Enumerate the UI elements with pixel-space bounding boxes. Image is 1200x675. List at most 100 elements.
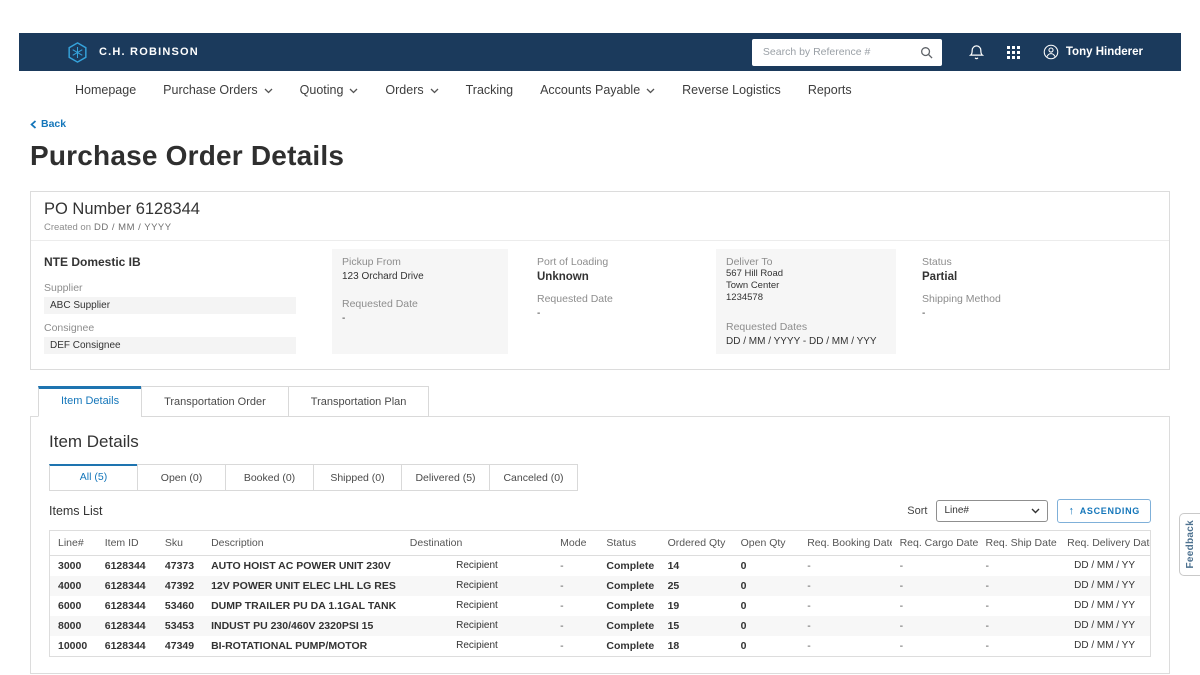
table-cell: 53453 xyxy=(157,616,203,636)
nav-item-accounts-payable[interactable]: Accounts Payable xyxy=(540,83,655,97)
column-header-req-delivery-date: Req. Delivery Date xyxy=(1059,530,1150,555)
destination-value: Recipient xyxy=(402,596,552,616)
nav-item-purchase-orders[interactable]: Purchase Orders xyxy=(163,83,272,97)
po-created-on: Created onDD / MM / YYYY xyxy=(44,222,1156,233)
table-row: 10000612834447349BI-ROTATIONAL PUMP/MOTO… xyxy=(50,636,1151,657)
filter-tab-all-5[interactable]: All (5) xyxy=(49,464,138,491)
created-value: DD / MM / YYYY xyxy=(94,222,172,233)
table-cell: 6128344 xyxy=(97,576,157,596)
user-name: Tony Hinderer xyxy=(1066,46,1143,58)
table-cell: - xyxy=(978,616,1060,636)
table-cell: Complete xyxy=(598,555,659,576)
shipping-method-label: Shipping Method xyxy=(922,293,1156,305)
table-cell: 4000 xyxy=(50,576,97,596)
table-cell: 0 xyxy=(733,636,800,657)
column-header-req-booking-date: Req. Booking Date xyxy=(799,530,891,555)
nav-item-homepage[interactable]: Homepage xyxy=(75,83,136,97)
column-header-destination: Destination xyxy=(402,530,552,555)
table-cell: Complete xyxy=(598,636,659,657)
table-cell: - xyxy=(799,636,891,657)
filter-tab-shipped-0[interactable]: Shipped (0) xyxy=(313,464,402,491)
tab-transportation-plan[interactable]: Transportation Plan xyxy=(288,386,430,417)
port-of-loading-value: Unknown xyxy=(537,271,687,283)
destination-value: Recipient xyxy=(402,636,552,657)
column-header-description: Description xyxy=(203,530,402,555)
deliver-to-line: 567 Hill Road xyxy=(726,268,886,280)
table-cell: - xyxy=(892,636,978,657)
destination-value: Recipient xyxy=(402,576,552,596)
column-header-req-cargo-date: Req. Cargo Date xyxy=(892,530,978,555)
user-menu[interactable]: Tony Hinderer xyxy=(1043,44,1143,60)
created-label: Created on xyxy=(44,222,91,233)
table-cell: 53460 xyxy=(157,596,203,616)
order-type: NTE Domestic IB xyxy=(44,255,332,269)
table-cell: 15 xyxy=(660,616,733,636)
apps-grid-icon[interactable] xyxy=(1007,46,1020,59)
column-header-status: Status xyxy=(598,530,659,555)
sort-direction-button[interactable]: ↑ ASCENDING xyxy=(1057,499,1151,523)
table-cell: 0 xyxy=(733,555,800,576)
nav-item-reverse-logistics[interactable]: Reverse Logistics xyxy=(682,83,781,97)
table-cell: - xyxy=(892,596,978,616)
column-header-ordered-qty: Ordered Qty xyxy=(660,530,733,555)
search-icon[interactable] xyxy=(920,46,933,59)
supplier-value: ABC Supplier xyxy=(44,297,296,314)
filter-tab-open-0[interactable]: Open (0) xyxy=(137,464,226,491)
nav-item-label: Homepage xyxy=(75,83,136,97)
chevron-down-icon xyxy=(430,88,439,94)
table-cell: - xyxy=(978,596,1060,616)
table-cell: 0 xyxy=(733,616,800,636)
search-box[interactable] xyxy=(752,39,942,66)
table-cell: - xyxy=(552,616,598,636)
po-number: PO Number 6128344 xyxy=(44,200,1156,219)
nav-item-quoting[interactable]: Quoting xyxy=(300,83,359,97)
consignee-label: Consignee xyxy=(44,322,332,334)
table-cell: INDUST PU 230/460V 2320PSI 15 xyxy=(203,616,402,636)
pickup-from-value: 123 Orchard Drive xyxy=(342,271,498,282)
search-input[interactable] xyxy=(761,45,920,59)
chevron-down-icon xyxy=(1031,508,1040,514)
table-cell: Complete xyxy=(598,596,659,616)
table-cell: 6128344 xyxy=(97,636,157,657)
requested-dates-value: DD / MM / YYYY - DD / MM / YYY xyxy=(726,336,886,347)
shipping-method-value: - xyxy=(922,308,1156,319)
table-cell: Complete xyxy=(598,576,659,596)
nav-item-orders[interactable]: Orders xyxy=(385,83,438,97)
destination-value: Recipient xyxy=(402,555,552,576)
chevron-left-icon xyxy=(30,120,37,129)
tab-item-details[interactable]: Item Details xyxy=(38,386,142,417)
table-cell: - xyxy=(552,636,598,657)
sort-select[interactable]: Line# xyxy=(936,500,1048,522)
filter-tab-booked-0[interactable]: Booked (0) xyxy=(225,464,314,491)
column-header-mode: Mode xyxy=(552,530,598,555)
nav-item-label: Tracking xyxy=(466,83,513,97)
item-details-heading: Item Details xyxy=(49,432,1151,452)
notifications-bell-icon[interactable] xyxy=(969,44,984,60)
table-cell: - xyxy=(799,596,891,616)
feedback-tab[interactable]: Feedback xyxy=(1179,513,1200,576)
pickup-requested-date-value: - xyxy=(342,313,498,324)
top-header-bar: C.H. ROBINSON Tony Hinderer xyxy=(19,33,1181,71)
table-cell: - xyxy=(892,576,978,596)
status-filter-tabs: All (5)Open (0)Booked (0)Shipped (0)Deli… xyxy=(49,464,1151,491)
table-cell: - xyxy=(978,576,1060,596)
nav-item-label: Accounts Payable xyxy=(540,83,640,97)
table-cell: DD / MM / YY xyxy=(1059,576,1150,596)
tab-transportation-order[interactable]: Transportation Order xyxy=(141,386,289,417)
table-row: 400061283444739212V POWER UNIT ELEC LHL … xyxy=(50,576,1151,596)
chr-logo-icon[interactable] xyxy=(66,41,89,64)
filter-tab-delivered-5[interactable]: Delivered (5) xyxy=(401,464,490,491)
status-label: Status xyxy=(922,256,1156,268)
nav-item-reports[interactable]: Reports xyxy=(808,83,852,97)
table-cell: 25 xyxy=(660,576,733,596)
table-cell: 12V POWER UNIT ELEC LHL LG RES xyxy=(203,576,402,596)
nav-item-tracking[interactable]: Tracking xyxy=(466,83,513,97)
filter-tab-canceled-0[interactable]: Canceled (0) xyxy=(489,464,578,491)
table-cell: 6128344 xyxy=(97,616,157,636)
back-link[interactable]: Back xyxy=(30,118,66,130)
nav-item-label: Orders xyxy=(385,83,423,97)
table-cell: 3000 xyxy=(50,555,97,576)
sort-direction-label: ASCENDING xyxy=(1080,506,1140,516)
table-header-row: Line#Item IDSkuDescriptionDestinationMod… xyxy=(50,530,1151,555)
table-row: 3000612834447373AUTO HOIST AC POWER UNIT… xyxy=(50,555,1151,576)
